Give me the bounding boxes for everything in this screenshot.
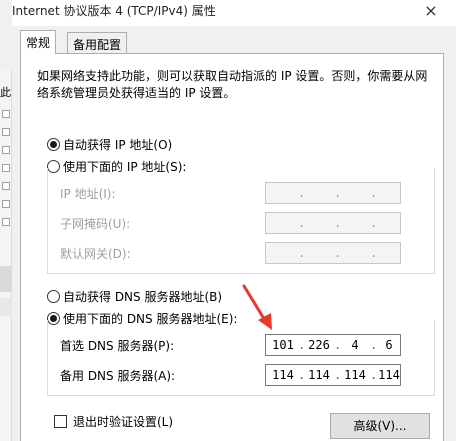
subnet-mask-input[interactable]: . . . [265, 212, 401, 234]
window-title: Internet 协议版本 4 (TCP/IPv4) 属性 [12, 4, 216, 18]
close-icon[interactable]: × [422, 2, 440, 20]
preferred-dns-row: 首选 DNS 服务器(P): 101 . 226 . 4 . 6 [60, 334, 430, 356]
annotation-arrow-head [258, 313, 272, 330]
background-checkbox[interactable] [2, 146, 10, 154]
ip-dot: . [370, 186, 378, 200]
intro-text: 如果网络支持此功能，则可以获取自动指派的 IP 设置。否则，你需要从网络系统管理… [37, 69, 428, 100]
ip-auto-label: 自动获得 IP 地址(O) [63, 138, 173, 152]
preferred-dns-label: 首选 DNS 服务器(P): [60, 339, 175, 353]
background-checkbox[interactable] [2, 182, 10, 190]
ip-dot: . [298, 368, 306, 382]
alternate-dns-input[interactable]: 114 . 114 . 114 . 114 [265, 364, 401, 386]
alternate-dns-row: 备用 DNS 服务器(A): 114 . 114 . 114 . 114 [60, 364, 430, 386]
ip-segment: 114 [308, 368, 330, 382]
ipv4-properties-dialog: Internet 协议版本 4 (TCP/IPv4) 属性 × 常规 备用配置 … [12, 0, 456, 441]
ip-segment: 114 [272, 368, 294, 382]
background-checkbox[interactable] [2, 110, 10, 118]
validate-on-exit-option[interactable]: 退出时验证设置(L) [54, 413, 173, 430]
dns-auto-option[interactable]: 自动获得 DNS 服务器地址(B) [47, 288, 222, 306]
alternate-dns-label: 备用 DNS 服务器(A): [60, 369, 176, 383]
background-panel [0, 298, 12, 316]
advanced-button[interactable]: 高级(V)... [330, 413, 430, 439]
ip-auto-option[interactable]: 自动获得 IP 地址(O) [47, 136, 172, 154]
tab-general[interactable]: 常规 [20, 30, 57, 54]
dns-auto-radio[interactable] [47, 290, 60, 303]
subnet-mask-label: 子网掩码(U): [60, 217, 131, 231]
background-window-edge: 此 [0, 70, 12, 441]
ip-segment: 4 [351, 338, 359, 352]
ip-dot: . [298, 216, 306, 230]
ip-dot: . [298, 338, 306, 352]
ip-dot: . [334, 216, 342, 230]
ip-segment: 226 [308, 338, 330, 352]
default-gateway-row: 默认网关(D): . . . [60, 242, 430, 264]
default-gateway-input[interactable]: . . . [265, 242, 401, 264]
ip-dot: . [298, 186, 306, 200]
ip-dot: . [334, 338, 342, 352]
background-checkbox[interactable] [2, 164, 10, 172]
validate-on-exit-checkbox[interactable] [54, 415, 67, 428]
ip-address-input[interactable]: . . . [265, 182, 401, 204]
default-gateway-label: 默认网关(D): [60, 247, 131, 261]
ip-segment: 114 [378, 368, 400, 382]
preferred-dns-input[interactable]: 101 . 226 . 4 . 6 [265, 334, 401, 356]
ip-dot: . [370, 216, 378, 230]
ip-address-row: IP 地址(I): . . . [60, 182, 430, 204]
background-checkbox[interactable] [2, 200, 10, 208]
title-bar: Internet 协议版本 4 (TCP/IPv4) 属性 × [12, 0, 456, 26]
ip-segment: 114 [344, 368, 366, 382]
validate-on-exit-label: 退出时验证设置(L) [73, 415, 174, 429]
ip-address-label: IP 地址(I): [60, 187, 116, 201]
dns-auto-label: 自动获得 DNS 服务器地址(B) [63, 290, 223, 304]
general-tab-panel: 如果网络支持此功能，则可以获取自动指派的 IP 设置。否则，你需要从网络系统管理… [20, 53, 444, 441]
background-checkbox[interactable] [2, 218, 10, 226]
ip-segment: 6 [385, 338, 393, 352]
ip-dot: . [334, 368, 342, 382]
ip-dot: . [334, 186, 342, 200]
ip-dot: . [298, 246, 306, 260]
subnet-mask-row: 子网掩码(U): . . . [60, 212, 430, 234]
annotation-arrow-icon [242, 284, 272, 330]
ip-dot: . [334, 246, 342, 260]
annotation-arrow-shaft [242, 284, 268, 324]
tab-alternate-config[interactable]: 备用配置 [67, 32, 128, 54]
background-button[interactable] [0, 266, 12, 292]
ip-auto-radio[interactable] [47, 138, 60, 151]
ip-segment: 101 [272, 338, 294, 352]
ip-address-group: IP 地址(I): . . . 子网掩码(U): . . . 默认网关(D): … [47, 168, 435, 274]
background-edge-label: 此 [0, 86, 11, 99]
ip-dot: . [370, 246, 378, 260]
background-checkbox[interactable] [2, 128, 10, 136]
